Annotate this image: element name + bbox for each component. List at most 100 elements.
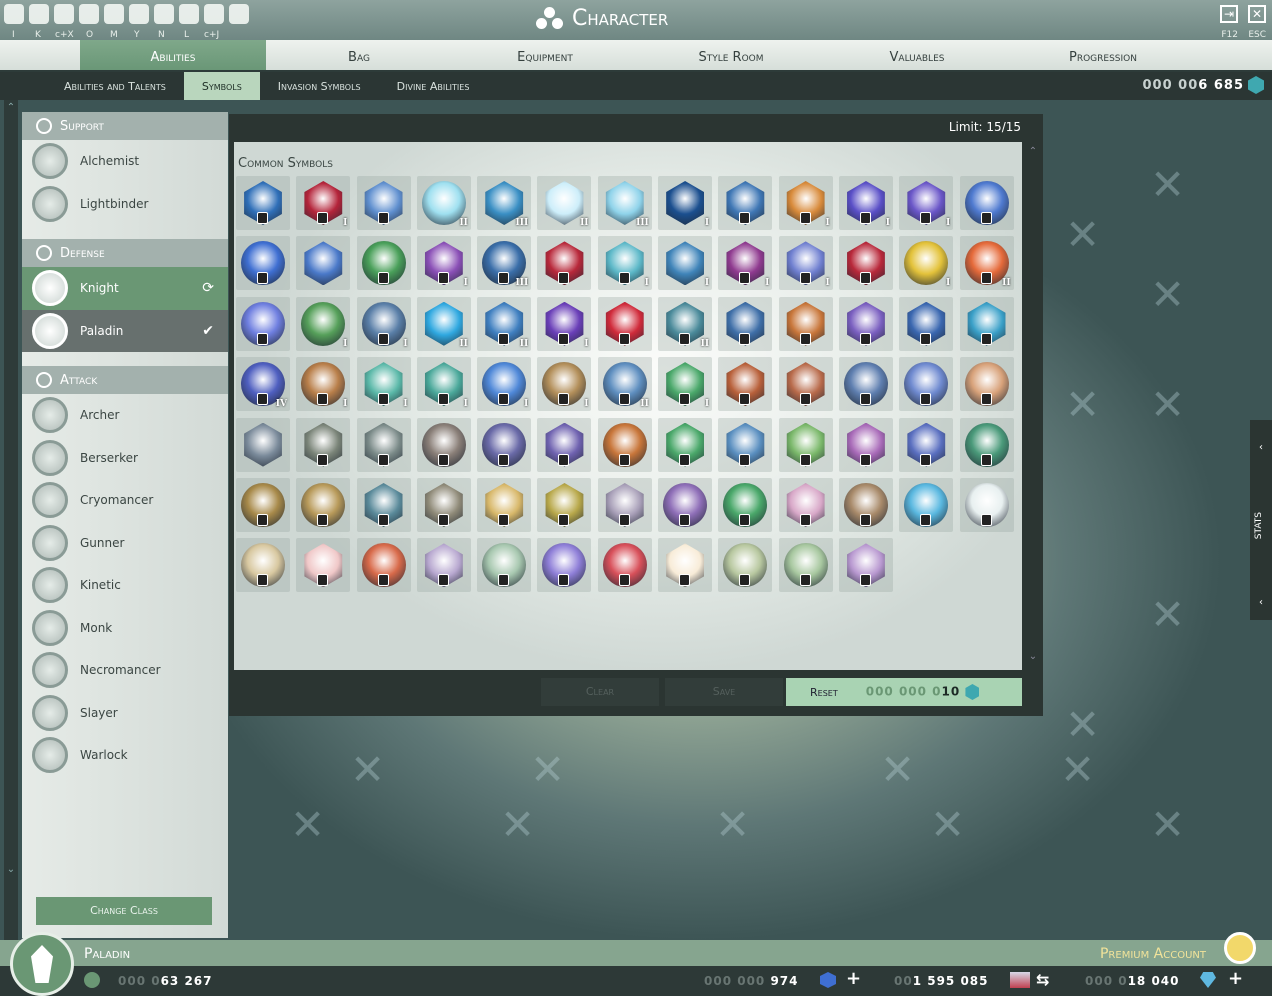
- symbol-slot[interactable]: I: [356, 357, 411, 412]
- symbol-slot[interactable]: [296, 538, 351, 593]
- symbol-slot[interactable]: [356, 236, 411, 291]
- tab-equipment[interactable]: Equipment: [452, 40, 638, 70]
- add-gems-button[interactable]: +: [846, 968, 862, 989]
- symbol-slot[interactable]: [537, 236, 592, 291]
- symbol-slot[interactable]: II: [416, 296, 471, 351]
- hotkey-shortcut-icon[interactable]: [204, 4, 224, 24]
- symbol-slot[interactable]: II: [959, 236, 1014, 291]
- symbol-slot[interactable]: II: [537, 176, 592, 230]
- tab-abilities[interactable]: Abilities: [80, 40, 266, 70]
- symbol-slot[interactable]: [356, 538, 411, 593]
- symbol-slot[interactable]: [778, 538, 833, 593]
- symbol-slot[interactable]: [718, 176, 773, 230]
- subtab-invasion-symbols[interactable]: Invasion Symbols: [260, 72, 379, 100]
- symbol-slot[interactable]: [296, 236, 351, 291]
- exchange-icon[interactable]: ⇆: [1036, 970, 1050, 989]
- symbol-slot[interactable]: I: [537, 357, 592, 412]
- sidebar-item-cryomancer[interactable]: Cryomancer: [22, 479, 228, 522]
- sidebar-item-gunner[interactable]: Gunner: [22, 522, 228, 565]
- symbol-slot[interactable]: I: [899, 176, 954, 230]
- symbol-slot[interactable]: [778, 296, 833, 351]
- symbol-slot[interactable]: [236, 477, 290, 532]
- symbol-slot[interactable]: [236, 417, 290, 472]
- sidebar-scrollbar[interactable]: ⌃ ⌄: [4, 100, 18, 940]
- stats-side-tab[interactable]: ‹ STATS ‹: [1250, 420, 1272, 620]
- sidebar-item-necromancer[interactable]: Necromancer: [22, 649, 228, 692]
- symbol-slot[interactable]: [658, 477, 713, 532]
- symbol-slot[interactable]: IV: [236, 357, 290, 412]
- symbol-slot[interactable]: I: [899, 236, 954, 291]
- symbol-slot[interactable]: I: [778, 176, 833, 230]
- symbol-slot[interactable]: [597, 477, 652, 532]
- paladin-emblem-icon[interactable]: [10, 932, 74, 996]
- symbol-slot[interactable]: [718, 357, 773, 412]
- symbol-slot[interactable]: I: [658, 176, 713, 230]
- symbol-slot[interactable]: [899, 477, 954, 532]
- symbol-slot[interactable]: [356, 176, 411, 230]
- sidebar-item-knight[interactable]: Knight ⟳: [22, 267, 228, 310]
- hotkey-shortcut-icon[interactable]: [54, 4, 74, 24]
- sidebar-item-alchemist[interactable]: Alchemist: [22, 140, 228, 183]
- symbol-slot[interactable]: [236, 296, 290, 351]
- symbol-slot[interactable]: [236, 176, 290, 230]
- symbol-slot[interactable]: I: [838, 176, 893, 230]
- symbol-slot[interactable]: II: [597, 357, 652, 412]
- symbol-slot[interactable]: I: [356, 296, 411, 351]
- symbol-slot[interactable]: [537, 538, 592, 593]
- symbol-slot[interactable]: II: [477, 296, 532, 351]
- tab-bag[interactable]: Bag: [266, 40, 452, 70]
- symbol-slot[interactable]: II: [416, 176, 471, 230]
- hotkey-shortcut-icon[interactable]: [179, 4, 199, 24]
- symbol-slot[interactable]: III: [597, 176, 652, 230]
- symbol-slot[interactable]: [296, 477, 351, 532]
- symbol-slot[interactable]: [477, 417, 532, 472]
- tab-valuables[interactable]: Valuables: [824, 40, 1010, 70]
- symbol-slot[interactable]: [838, 417, 893, 472]
- sidebar-item-lightbinder[interactable]: Lightbinder: [22, 183, 228, 226]
- sidebar-item-archer[interactable]: Archer: [22, 394, 228, 437]
- tab-style-room[interactable]: Style Room: [638, 40, 824, 70]
- hotkey-shortcut-icon[interactable]: [129, 4, 149, 24]
- symbol-slot[interactable]: I: [597, 236, 652, 291]
- symbol-slot[interactable]: [718, 417, 773, 472]
- symbol-slot[interactable]: [838, 477, 893, 532]
- symbol-slot[interactable]: [356, 417, 411, 472]
- symbol-slot[interactable]: [416, 477, 471, 532]
- change-class-button[interactable]: Change Class: [36, 897, 212, 925]
- switch-icon[interactable]: ⟳: [202, 280, 214, 296]
- symbol-slot[interactable]: [959, 296, 1014, 351]
- sidebar-item-berserker[interactable]: Berserker: [22, 437, 228, 480]
- sidebar-item-paladin[interactable]: Paladin ✔: [22, 309, 228, 352]
- symbol-slot[interactable]: [477, 538, 532, 593]
- symbol-scrollbar[interactable]: ⌃ ⌄: [1025, 142, 1041, 670]
- symbol-slot[interactable]: [597, 417, 652, 472]
- symbol-slot[interactable]: [838, 357, 893, 412]
- symbol-slot[interactable]: [959, 176, 1014, 230]
- symbol-slot[interactable]: [718, 296, 773, 351]
- symbol-slot[interactable]: [597, 538, 652, 593]
- clear-button[interactable]: Clear: [541, 678, 659, 706]
- symbol-slot[interactable]: [959, 357, 1014, 412]
- symbol-slot[interactable]: [718, 538, 773, 593]
- hotkey-shortcut-icon[interactable]: [79, 4, 99, 24]
- symbol-slot[interactable]: [718, 477, 773, 532]
- sidebar-item-monk[interactable]: Monk: [22, 607, 228, 650]
- premium-star-icon[interactable]: [1224, 932, 1256, 964]
- symbol-slot[interactable]: I: [658, 236, 713, 291]
- symbol-slot[interactable]: I: [416, 236, 471, 291]
- symbol-slot[interactable]: [236, 236, 290, 291]
- symbol-slot[interactable]: I: [416, 357, 471, 412]
- symbol-slot[interactable]: II: [658, 296, 713, 351]
- sidebar-item-warlock[interactable]: Warlock: [22, 734, 228, 777]
- hotkey-shortcut-icon[interactable]: [104, 4, 124, 24]
- symbol-slot[interactable]: I: [296, 176, 351, 230]
- symbol-slot[interactable]: [778, 357, 833, 412]
- symbol-slot[interactable]: [778, 417, 833, 472]
- close-icon[interactable]: ✕: [1248, 5, 1266, 23]
- symbol-slot[interactable]: [838, 538, 893, 593]
- subtab-divine-abilities[interactable]: Divine Abilities: [379, 72, 488, 100]
- symbol-slot[interactable]: [416, 538, 471, 593]
- symbol-slot[interactable]: [959, 417, 1014, 472]
- symbol-slot[interactable]: I: [296, 296, 351, 351]
- symbol-slot[interactable]: I: [778, 236, 833, 291]
